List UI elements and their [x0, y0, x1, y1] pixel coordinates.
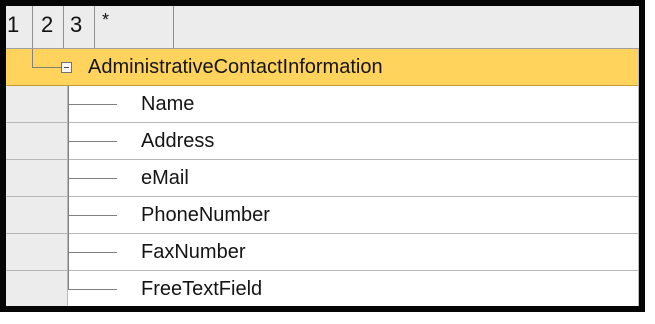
- row-gutter: [6, 234, 68, 270]
- level-header: 1 2 3 *: [6, 6, 639, 49]
- tree-connector-icon: [68, 104, 117, 105]
- row-gutter: [6, 86, 68, 122]
- tree-row[interactable]: eMail: [6, 160, 639, 197]
- tree-item-label: eMail: [141, 167, 189, 189]
- tree-row[interactable]: Name: [6, 86, 639, 123]
- tree-row[interactable]: Address: [6, 123, 639, 160]
- tree-view: AdministrativeContactInformation Name Ad…: [6, 49, 639, 306]
- all-levels-button[interactable]: *: [95, 6, 174, 48]
- tree-connector-icon: [68, 271, 69, 290]
- level-3-button[interactable]: 3: [64, 6, 95, 48]
- tree-item-label: FaxNumber: [141, 241, 246, 263]
- tree-item-label: Name: [141, 93, 195, 115]
- row-gutter: [6, 123, 68, 159]
- collapse-icon[interactable]: [61, 62, 72, 73]
- tree-item-label: PhoneNumber: [141, 204, 270, 226]
- grid-right-border: [638, 49, 639, 306]
- tree-row[interactable]: PhoneNumber: [6, 197, 639, 234]
- tree-connector-icon: [68, 215, 117, 216]
- tree-row[interactable]: FaxNumber: [6, 234, 639, 271]
- tree-connector-icon: [68, 178, 117, 179]
- tree-root-label: AdministrativeContactInformation: [88, 56, 383, 78]
- tree-grid-window: 1 2 3 * AdministrativeContactInformation…: [0, 0, 645, 312]
- tree-connector-icon: [68, 141, 117, 142]
- tree-connector-icon: [32, 67, 61, 68]
- tree-connector-icon: [68, 289, 117, 290]
- row-gutter: [6, 160, 68, 196]
- row-gutter: [6, 197, 68, 233]
- tree-item-label: Address: [141, 130, 215, 152]
- level-2-button[interactable]: 2: [33, 6, 64, 48]
- level-1-button[interactable]: 1: [6, 6, 33, 48]
- row-gutter: [6, 271, 68, 306]
- tree-item-label: FreeTextField: [141, 278, 263, 300]
- tree-connector-icon: [68, 252, 117, 253]
- tree-row-root[interactable]: AdministrativeContactInformation: [6, 49, 639, 86]
- tree-row[interactable]: FreeTextField: [6, 271, 639, 306]
- tree-connector-icon: [32, 49, 33, 67]
